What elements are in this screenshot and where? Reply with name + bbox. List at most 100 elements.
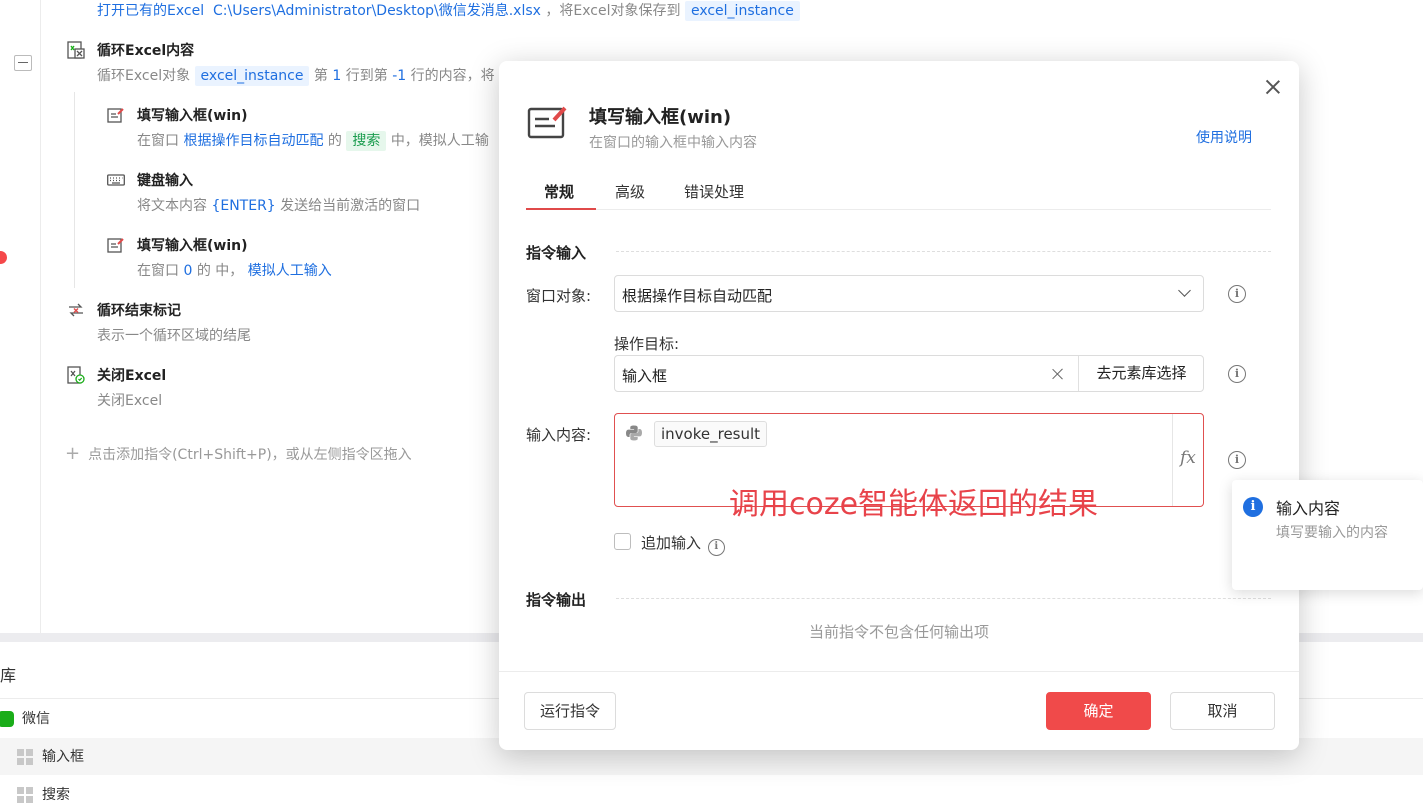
operation-target-value: 输入框 (622, 367, 668, 385)
gutter-divider (40, 0, 41, 633)
fill2-window: 0 (183, 263, 193, 279)
section-output-title: 指令输出 (526, 591, 587, 609)
loop-excel-desc: 循环Excel对象 excel_instance 第 1 行到第 -1 行的内容… (97, 65, 495, 86)
close-excel-title: 关闭Excel (97, 368, 167, 384)
fill2-method: 模拟人工输入 (247, 263, 332, 279)
windows-icon (17, 787, 33, 803)
operation-target-field[interactable]: 输入框 去元素库选择 (614, 355, 1204, 392)
dialog-title: 填写输入框(win) (589, 107, 732, 128)
info-filled-icon: i (1243, 497, 1263, 517)
plus-icon: + (65, 443, 81, 464)
fill-input-dialog: 填写输入框(win) 在窗口的输入框中输入内容 使用说明 常规 高级 错误处理 … (499, 61, 1299, 750)
window-object-select[interactable]: 根据操作目标自动匹配 (614, 275, 1204, 312)
library-item-label: 微信 (22, 711, 50, 727)
fill-input-icon (527, 106, 567, 139)
excel-path: C:\Users\Administrator\Desktop\微信发消息.xls… (213, 3, 541, 19)
library-item-label: 输入框 (42, 749, 84, 765)
excel-loop-icon (67, 41, 85, 59)
active-tab-indicator (526, 208, 596, 210)
append-input-text: 追加输入 (641, 534, 702, 552)
info-icon[interactable]: i (1228, 365, 1246, 383)
loop-start: 1 (332, 68, 342, 84)
info-icon[interactable]: i (707, 539, 725, 556)
add-command-hint[interactable]: + 点击添加指令(Ctrl+Shift+P)，或从左侧指令区拖入 (65, 443, 412, 464)
add-command-text: 点击添加指令(Ctrl+Shift+P)，或从左侧指令区拖入 (88, 447, 412, 463)
keyboard-input-desc: 将文本内容 {ENTER} 发送给当前激活的窗口 (137, 195, 420, 215)
python-icon (626, 425, 642, 441)
tab-error-handling[interactable]: 错误处理 (684, 181, 744, 202)
section-output-rule (616, 598, 1271, 599)
keyboard-icon (107, 174, 125, 186)
fill1-of: 的 (327, 133, 342, 149)
loop-desc-3: 行的内容， (410, 68, 481, 84)
fill-input-desc-2: 在窗口 0 的 中， 模拟人工输入 (137, 260, 332, 280)
fx-icon[interactable]: fx (1180, 448, 1196, 468)
collapse-loop-button[interactable] (14, 55, 32, 71)
no-output-text: 当前指令不包含任何输出项 (808, 623, 989, 641)
cancel-button[interactable]: 取消 (1170, 692, 1275, 730)
windows-icon (17, 749, 33, 765)
dialog-subtitle: 在窗口的输入框中输入内容 (589, 135, 757, 151)
section-input-title: 指令输入 (526, 244, 587, 262)
append-input-label: 追加输入 i (641, 532, 725, 556)
loop-desc-2: 行到第 (345, 68, 388, 84)
loop-desc-4: 将 (480, 68, 495, 84)
section-input-rule (616, 251, 1271, 252)
keyboard-desc-suffix: 发送给当前激活的窗口 (280, 198, 421, 214)
loop-excel-title: 循环Excel内容 (97, 43, 195, 59)
dialog-tabs: 常规 高级 错误处理 (526, 175, 1271, 210)
loop-desc-1: 第 (313, 68, 328, 84)
fill1-window: 根据操作目标自动匹配 (183, 133, 324, 149)
error-indicator (0, 251, 7, 264)
fill2-mid: 的 中， (196, 263, 244, 279)
info-icon[interactable]: i (1228, 285, 1246, 303)
window-object-value: 根据操作目标自动匹配 (622, 287, 773, 305)
window-object-label: 窗口对象: (526, 287, 592, 305)
open-excel-desc[interactable]: 打开已有的Excel C:\Users\Administrator\Deskto… (97, 0, 800, 21)
tab-general[interactable]: 常规 (544, 181, 574, 202)
chevron-down-icon (1178, 284, 1191, 297)
close-excel-desc: 关闭Excel (97, 393, 163, 409)
fill-input-icon (107, 108, 124, 123)
library-item-label: 搜索 (42, 787, 70, 803)
operation-target-label: 操作目标: (614, 335, 680, 353)
confirm-button[interactable]: 确定 (1046, 692, 1151, 730)
input-content-label: 输入内容: (526, 426, 592, 444)
tab-advanced[interactable]: 高级 (615, 181, 645, 202)
loop-end-icon (69, 303, 83, 317)
variable-chip[interactable]: invoke_result (654, 421, 768, 447)
loop-desc-prefix: 循环Excel对象 (97, 68, 191, 84)
library-title: 库 (0, 666, 17, 685)
append-input-checkbox[interactable] (614, 533, 631, 550)
keyboard-key: {ENTER} (211, 198, 276, 214)
wechat-icon (0, 711, 14, 727)
fill1-more: 输 (474, 133, 489, 149)
fill1-desc-prefix: 在窗口 (137, 133, 179, 149)
fill2-desc-prefix: 在窗口 (137, 263, 179, 279)
tooltip-title: 输入内容 (1276, 499, 1341, 518)
keyboard-input-title: 键盘输入 (137, 173, 193, 189)
loop-tree-line (74, 92, 75, 288)
loop-end: -1 (392, 68, 407, 84)
input-content-tooltip: i 输入内容 填写要输入的内容 (1232, 480, 1423, 590)
info-icon[interactable]: i (1228, 451, 1246, 469)
close-icon[interactable] (1263, 77, 1283, 97)
open-excel-middle: ，将Excel对象保存到 (545, 3, 681, 19)
fill1-mid: 中，模拟人工 (390, 133, 475, 149)
excel-var-tag: excel_instance (684, 1, 800, 21)
fill-input-title-1: 填写输入框(win) (137, 108, 248, 124)
clear-icon[interactable] (1050, 366, 1066, 382)
pick-from-library-button[interactable]: 去元素库选择 (1078, 356, 1204, 391)
close-excel-icon (67, 366, 85, 384)
loop-end-desc: 表示一个循环区域的结尾 (97, 328, 251, 344)
footer-divider (499, 671, 1299, 672)
library-item-search[interactable]: 搜索 (0, 776, 1423, 805)
run-command-button[interactable]: 运行指令 (524, 692, 616, 730)
help-link[interactable]: 使用说明 (1196, 127, 1252, 147)
keyboard-desc-prefix: 将文本内容 (137, 198, 207, 214)
fill1-target-tag: 搜索 (346, 131, 387, 151)
annotation-text: 调用coze智能体返回的结果 (729, 487, 1099, 522)
loop-end-title: 循环结束标记 (97, 303, 181, 319)
tooltip-body: 填写要输入的内容 (1276, 525, 1388, 541)
fill-input-title-2: 填写输入框(win) (137, 238, 248, 254)
